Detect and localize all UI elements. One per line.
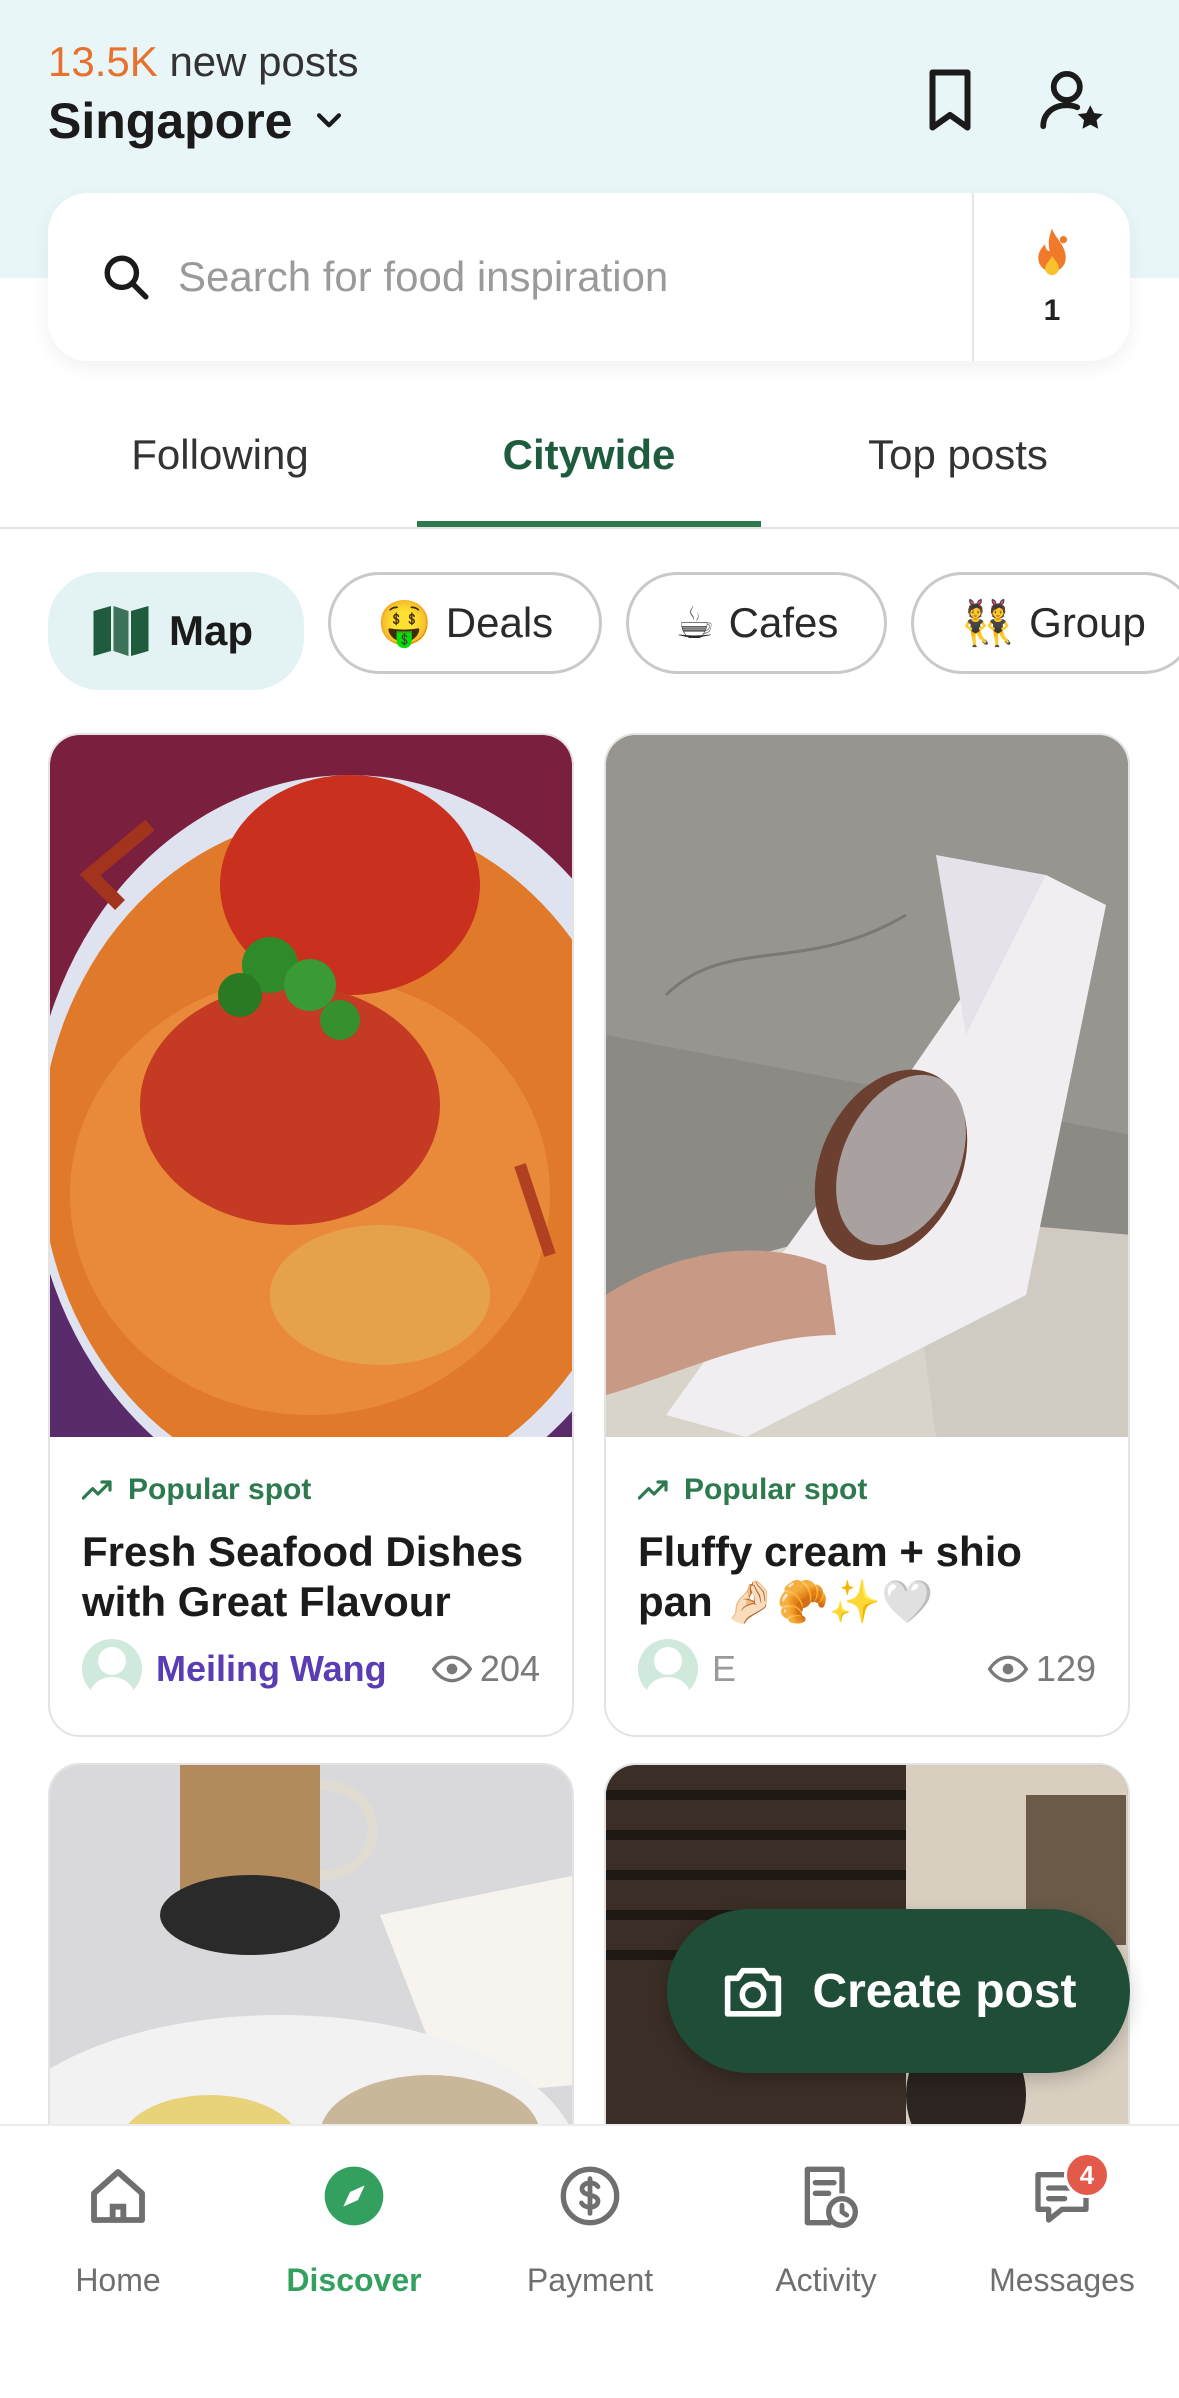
- avatar[interactable]: [82, 1639, 142, 1699]
- create-post-label: Create post: [812, 1964, 1077, 2018]
- money-face-icon: 🤑: [377, 599, 432, 648]
- chip-group-label: Group: [1029, 599, 1146, 646]
- tab-top-posts[interactable]: Top posts: [786, 431, 1130, 479]
- chip-cafes[interactable]: ☕ Cafes: [626, 572, 888, 674]
- avatar[interactable]: [638, 1639, 698, 1699]
- coffee-icon: ☕: [675, 598, 715, 648]
- new-posts-count: 13.5K: [48, 38, 158, 85]
- post-footer: Meiling Wang 204: [82, 1639, 540, 1699]
- chip-cafes-label: Cafes: [728, 599, 839, 646]
- chip-deals[interactable]: 🤑 Deals: [328, 572, 603, 674]
- streak-count: 1: [1043, 294, 1061, 327]
- bookmark-button[interactable]: [912, 62, 988, 138]
- post-footer: E 129: [638, 1639, 1096, 1699]
- post-views: 129: [987, 1648, 1096, 1690]
- nav-payment-label: Payment: [526, 2262, 654, 2298]
- post-title: Fluffy cream + shio pan 🤌🏻🥐✨🤍: [638, 1528, 1022, 1625]
- active-tab-indicator: [417, 521, 761, 527]
- nav-discover-label: Discover: [286, 2262, 422, 2298]
- post-card[interactable]: [48, 1763, 574, 2163]
- feed-tabs: Following Citywide Top posts: [0, 405, 1179, 529]
- popular-spot-badge: Popular spot: [638, 1473, 1128, 1507]
- nav-payment[interactable]: Payment: [472, 2156, 708, 2299]
- chip-map[interactable]: Map: [48, 572, 304, 690]
- activity-icon: [786, 2156, 866, 2236]
- eye-icon: [431, 1655, 472, 1683]
- popular-spot-badge: Popular spot: [82, 1473, 572, 1507]
- post-image-chilli-crab: [50, 735, 572, 1437]
- profile-button[interactable]: [1034, 62, 1110, 138]
- nav-messages[interactable]: 4 Messages: [944, 2152, 1179, 2299]
- post-image-shio-pan: [606, 735, 1128, 1437]
- messages-icon: 4: [1022, 2152, 1110, 2236]
- messages-badge: 4: [1064, 2152, 1110, 2198]
- tab-following[interactable]: Following: [48, 431, 392, 479]
- search-bar: 1: [48, 193, 1130, 361]
- create-post-button[interactable]: Create post: [667, 1909, 1130, 2073]
- popular-spot-label: Popular spot: [128, 1473, 312, 1506]
- map-icon: [93, 606, 149, 656]
- filter-chips: Map 🤑 Deals ☕ Cafes 👯 Group: [48, 572, 1179, 690]
- post-author[interactable]: Meiling Wang: [156, 1648, 432, 1690]
- bookmark-icon: [929, 69, 971, 131]
- chip-deals-label: Deals: [445, 599, 554, 646]
- new-posts-indicator[interactable]: 13.5K new posts: [48, 38, 359, 86]
- trending-up-icon: [638, 1480, 668, 1500]
- chip-map-label: Map: [169, 607, 253, 654]
- fire-icon: [1038, 228, 1068, 276]
- user-star-icon: [1040, 70, 1103, 130]
- chevron-down-icon: [317, 113, 342, 128]
- post-card[interactable]: Popular spot Fluffy cream + shio pan 🤌🏻🥐…: [604, 733, 1130, 1737]
- tab-citywide[interactable]: Citywide: [417, 431, 761, 479]
- compass-icon: [314, 2156, 394, 2236]
- post-views-count: 129: [1035, 1648, 1096, 1689]
- popular-spot-label: Popular spot: [684, 1473, 868, 1506]
- nav-discover[interactable]: Discover: [236, 2156, 472, 2299]
- nav-activity-label: Activity: [775, 2262, 877, 2298]
- nav-activity[interactable]: Activity: [708, 2156, 944, 2299]
- camera-icon: [725, 1967, 782, 2017]
- trending-up-icon: [82, 1480, 112, 1500]
- group-icon: 👯: [960, 599, 1016, 648]
- bottom-navigation: Home Discover Payment Activity 4 Message…: [0, 2124, 1179, 2398]
- dollar-icon: [550, 2156, 630, 2236]
- post-card[interactable]: Popular spot Fresh Seafood Dishes with G…: [48, 733, 574, 1737]
- nav-messages-label: Messages: [989, 2262, 1135, 2298]
- post-views: 204: [431, 1648, 540, 1690]
- eye-icon: [987, 1655, 1028, 1683]
- city-selector[interactable]: Singapore: [48, 92, 346, 150]
- streak-button[interactable]: 1: [974, 193, 1130, 361]
- search-icon: [98, 249, 154, 305]
- search-input[interactable]: [176, 252, 972, 302]
- post-image-steak: [50, 1765, 572, 2161]
- chip-group[interactable]: 👯 Group: [911, 572, 1179, 674]
- nav-home-label: Home: [75, 2262, 161, 2298]
- new-posts-label: new posts: [169, 38, 359, 85]
- post-author[interactable]: E: [712, 1648, 988, 1690]
- home-icon: [78, 2156, 158, 2236]
- city-label: Singapore: [48, 93, 293, 149]
- post-title: Fresh Seafood Dishes with Great Flavour: [82, 1528, 524, 1625]
- post-views-count: 204: [479, 1648, 540, 1689]
- nav-home[interactable]: Home: [0, 2156, 236, 2299]
